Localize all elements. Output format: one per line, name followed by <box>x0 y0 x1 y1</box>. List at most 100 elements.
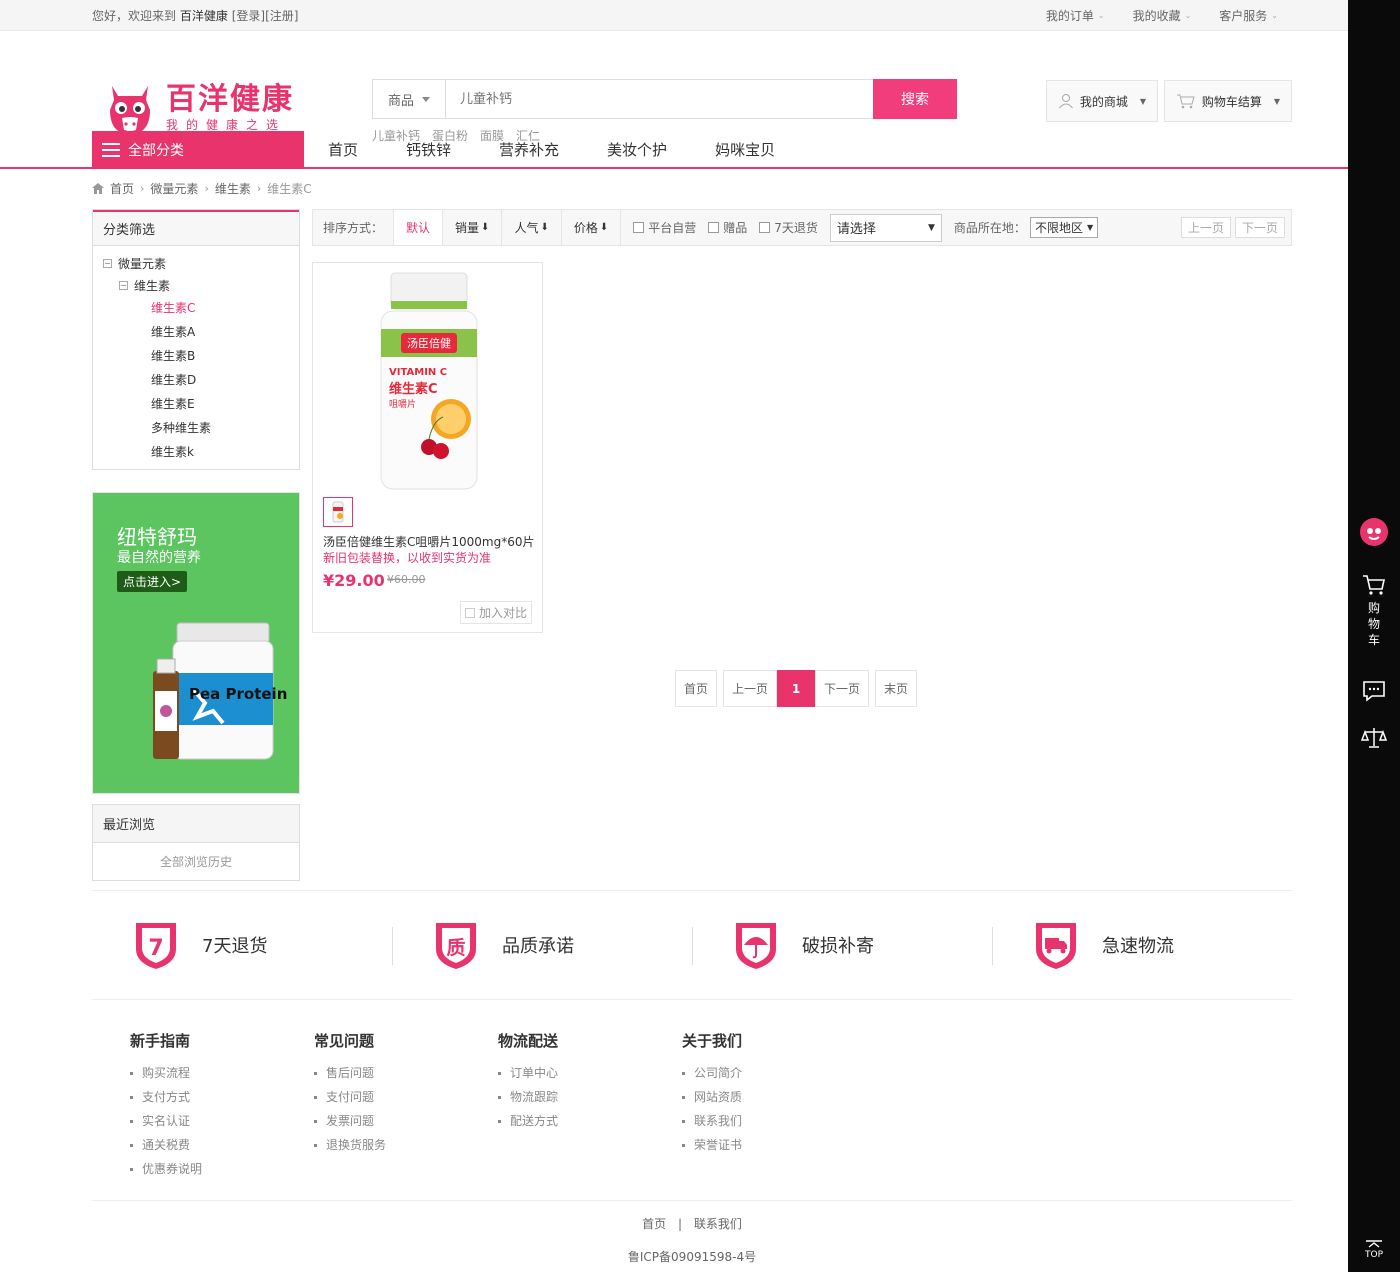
sort-popularity[interactable]: 人气 ⬇ <box>501 210 560 245</box>
user-avatar-icon[interactable] <box>1348 518 1400 546</box>
product-subtitle: 新旧包装替换，以收到实货为准 <box>323 551 492 565</box>
guarantee-quality: 质 品质承诺 <box>392 891 692 999</box>
checkbox[interactable] <box>759 222 771 233</box>
add-to-compare[interactable]: 加入对比 <box>459 601 532 624</box>
footer-link[interactable]: 通关税费 <box>130 1133 314 1157</box>
back-to-top-button[interactable]: TOP <box>1348 1240 1400 1260</box>
greeting: 您好，欢迎来到 <box>92 8 177 23</box>
footer-link[interactable]: 支付方式 <box>130 1085 314 1109</box>
nav-nutrition[interactable]: 营养补充 <box>475 139 583 160</box>
page-first[interactable]: 首页 <box>675 670 718 707</box>
location-select[interactable]: 不限地区 ▼ <box>1029 217 1099 238</box>
footer-contact-link[interactable]: 联系我们 <box>694 1217 742 1231</box>
promo-enter-button[interactable]: 点击进入> <box>117 571 188 592</box>
footer-link[interactable]: 订单中心 <box>498 1061 682 1085</box>
register-link[interactable]: [注册] <box>265 9 298 23</box>
nav-home[interactable]: 首页 <box>304 139 382 160</box>
sort-price[interactable]: 价格 ⬇ <box>560 210 622 245</box>
tree-node-multivitamin[interactable]: 多种维生素 <box>151 419 211 436</box>
footer-link[interactable]: 物流跟踪 <box>498 1085 682 1109</box>
svg-text:咀嚼片: 咀嚼片 <box>389 398 416 410</box>
footer-link[interactable]: 退换货服务 <box>314 1133 498 1157</box>
tree-node-vitamin-d[interactable]: 维生素D <box>151 371 196 388</box>
page-prev[interactable]: 上一页 <box>723 670 778 707</box>
breadcrumb-vitamins[interactable]: 维生素 <box>215 180 251 197</box>
product-image[interactable]: 汤臣倍健 VITAMIN C 维生素C 咀嚼片 <box>377 271 481 493</box>
filter-7day-return[interactable]: 7天退货 <box>759 219 818 236</box>
footer-link[interactable]: 支付问题 <box>314 1085 498 1109</box>
filter-gift[interactable]: 赠品 <box>708 219 747 236</box>
cart-icon <box>1363 575 1385 595</box>
divider: | <box>677 1217 683 1231</box>
svg-text:7: 7 <box>148 936 163 961</box>
footer-home-link[interactable]: 首页 <box>642 1217 666 1231</box>
sidebar-cart-button[interactable]: 购物车 <box>1348 574 1400 648</box>
browse-history-link[interactable]: 全部浏览历史 <box>93 843 299 880</box>
my-favorites-link[interactable]: 我的收藏 ⌄ <box>1119 7 1206 24</box>
footer-link[interactable]: 购买流程 <box>130 1061 314 1085</box>
promo-banner[interactable]: 纽特舒玛 最自然的营养 点击进入> Pea Protein <box>92 492 300 794</box>
logo[interactable]: 百洋健康 我的健康之选 <box>106 78 294 136</box>
recently-viewed-title: 最近浏览 <box>93 805 299 843</box>
filter-next-page[interactable]: 下一页 <box>1234 217 1285 238</box>
search-button[interactable]: 搜索 <box>873 79 957 119</box>
footer-link[interactable]: 荣誉证书 <box>682 1133 866 1157</box>
location-label: 商品所在地： <box>953 221 1026 235</box>
home-icon <box>92 183 104 194</box>
tree-node-vitamin-b[interactable]: 维生素B <box>151 347 195 364</box>
breadcrumb-trace-elements[interactable]: 微量元素 <box>150 180 198 197</box>
filter-self-operated[interactable]: 平台自营 <box>633 219 696 236</box>
mascot-logo-icon <box>110 86 150 134</box>
footer-link[interactable]: 优惠券说明 <box>130 1157 314 1181</box>
footer-link[interactable]: 配送方式 <box>498 1109 682 1133</box>
all-categories-button[interactable]: 全部分类 <box>92 131 304 168</box>
product-title-link[interactable]: 汤臣倍健维生素C咀嚼片1000mg*60片 <box>323 533 535 550</box>
page-current[interactable]: 1 <box>777 670 816 707</box>
product-thumbnail[interactable] <box>323 497 353 527</box>
checkbox[interactable] <box>708 222 720 233</box>
search-input[interactable] <box>446 80 873 118</box>
footer-link[interactable]: 公司简介 <box>682 1061 866 1085</box>
my-orders-link[interactable]: 我的订单 ⌄ <box>1032 7 1119 24</box>
tree-node-vitamin-c[interactable]: 维生素C <box>151 299 195 316</box>
collapse-icon[interactable]: − <box>103 259 112 268</box>
checkbox[interactable] <box>633 222 645 233</box>
sort-sales[interactable]: 销量 ⬇ <box>442 210 501 245</box>
page-last[interactable]: 末页 <box>875 670 918 707</box>
message-icon[interactable] <box>1348 680 1400 702</box>
tree-node-vitamins[interactable]: − 维生素 <box>119 277 170 294</box>
filter-prev-page[interactable]: 上一页 <box>1180 217 1231 238</box>
nav-calcium-iron-zinc[interactable]: 钙铁锌 <box>382 139 475 160</box>
tree-node-vitamin-a[interactable]: 维生素A <box>151 323 195 340</box>
compare-scale-icon[interactable] <box>1348 726 1400 750</box>
breadcrumb: 首页 › 微量元素 › 维生素 › 维生素C <box>92 180 312 197</box>
sort-default[interactable]: 默认 <box>393 210 443 245</box>
my-mall-button[interactable]: 我的商城 ▼ <box>1046 80 1158 122</box>
collapse-icon[interactable]: − <box>119 281 128 290</box>
tree-node-trace-elements[interactable]: − 微量元素 <box>103 255 166 272</box>
customer-service-link[interactable]: 客户服务 ⌄ <box>1205 7 1292 24</box>
footer-link[interactable]: 联系我们 <box>682 1109 866 1133</box>
sort-filter-bar: 排序方式： 默认 销量 ⬇ 人气 ⬇ 价格 ⬇ 平台自营 赠品 7天退货 请选择 ▼ 商… <box>312 209 1292 246</box>
page-next[interactable]: 下一页 <box>815 670 870 707</box>
breadcrumb-home[interactable]: 首页 <box>110 180 134 197</box>
login-link[interactable]: [登录] <box>232 9 265 23</box>
caret-down-icon: ▼ <box>928 222 935 233</box>
search-category-select[interactable]: 商品 <box>373 80 446 118</box>
filter-select[interactable]: 请选择 ▼ <box>829 213 942 242</box>
nav-beauty[interactable]: 美妆个护 <box>583 139 691 160</box>
footer-link[interactable]: 实名认证 <box>130 1109 314 1133</box>
tree-node-vitamin-e[interactable]: 维生素E <box>151 395 195 412</box>
brand-name: 百洋健康 <box>166 81 294 117</box>
checkbox[interactable] <box>464 607 475 618</box>
footer-link[interactable]: 网站资质 <box>682 1085 866 1109</box>
seven-day-return-icon: 7 <box>136 923 176 969</box>
cart-checkout-button[interactable]: 购物车结算 ▼ <box>1164 80 1292 122</box>
footer-link[interactable]: 发票问题 <box>314 1109 498 1133</box>
footer-link[interactable]: 售后问题 <box>314 1061 498 1085</box>
promo-product-label: Pea Protein <box>189 685 288 703</box>
product-card[interactable]: 汤臣倍健 VITAMIN C 维生素C 咀嚼片 汤臣倍健维生素C咀嚼片1000m… <box>312 262 543 633</box>
tree-node-vitamin-k[interactable]: 维生素k <box>151 443 194 460</box>
nav-mom-baby[interactable]: 妈咪宝贝 <box>691 139 799 160</box>
svg-text:VITAMIN C: VITAMIN C <box>389 367 447 378</box>
